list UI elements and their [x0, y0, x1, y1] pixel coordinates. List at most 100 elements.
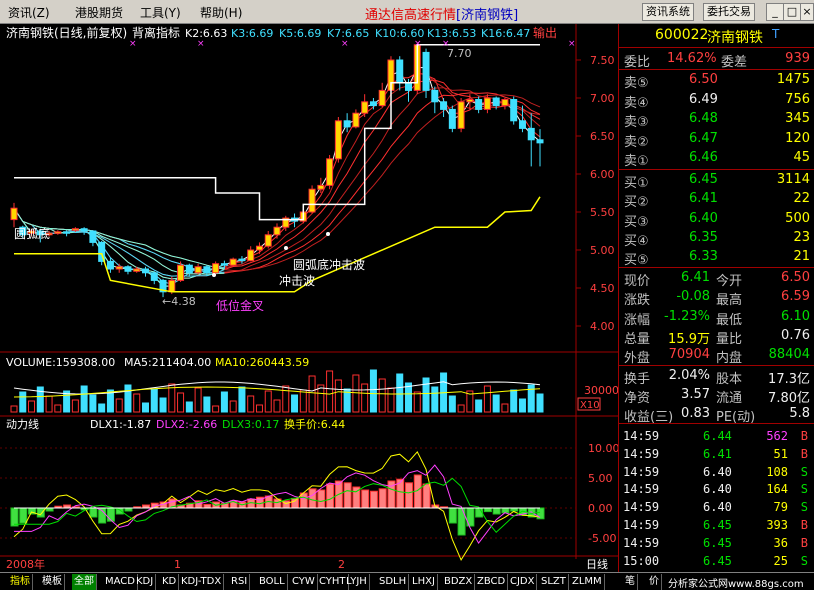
tick-row: 14:59 6.40 108 S [619, 464, 814, 482]
stock-code: 600022 [655, 27, 709, 43]
tick-price: 6.45 [703, 518, 732, 532]
price-label: 7.50 [590, 54, 615, 67]
stat-row: 净资 3.57 流通 7.80亿 [619, 386, 814, 406]
volume-bar [448, 395, 456, 413]
candle-body [308, 188, 316, 213]
tab-9[interactable]: CYW [290, 574, 318, 590]
bid-volume: 23 [793, 229, 810, 245]
candle-body [63, 231, 71, 234]
stat-row: 收益(三) 0.83 PE(动) 5.8 [619, 405, 814, 425]
ask-volume: 1475 [776, 72, 810, 87]
dlx-bar [448, 507, 457, 524]
tab-3[interactable]: MACD [103, 574, 138, 590]
tick-side: S [800, 553, 808, 568]
tab-13[interactable]: LHXJ [410, 574, 438, 590]
tab-16[interactable]: CJDX [508, 574, 538, 590]
candle-body [431, 89, 439, 103]
price-label: 7.00 [590, 92, 615, 105]
maximize-button[interactable]: □ [783, 3, 801, 21]
tab-2[interactable]: 全部 [72, 574, 97, 590]
indicator-tabs: 指标 模板 全部 MACD KDJ KD KDJ-TDX RSI BOLL CYW CYHT LYJH… [0, 572, 814, 590]
dlx-bar [36, 507, 45, 518]
dlx-bar [422, 483, 431, 509]
stat-value: -1.23% [664, 308, 710, 324]
ask-label: 卖③ [624, 115, 649, 130]
tab-8[interactable]: BOLL [257, 574, 288, 590]
k-value-5: K13:6.53 [427, 27, 476, 40]
dlx-bar [291, 497, 300, 509]
stat-label: 换手 [624, 372, 651, 387]
tick-time: 15:00 [623, 553, 660, 568]
kline-stock-header: 济南钢铁(日线,前复权) [6, 25, 127, 40]
stat-value: 70904 [668, 347, 710, 363]
tab-14[interactable]: BDZX [442, 574, 476, 590]
footer-watermark: 分析家公式网www.88gs.com [668, 579, 804, 590]
volume-axis-label: 30000 [584, 384, 618, 397]
candle-body [334, 120, 342, 160]
ask-price: 6.47 [689, 130, 718, 146]
candle-body [369, 101, 377, 107]
tab-5[interactable]: KD [160, 574, 180, 590]
volume-bar [422, 377, 430, 413]
info-system-button[interactable]: 资讯系统 [642, 3, 694, 21]
weibi-value: 14.62% [667, 51, 717, 66]
ask-row: 卖③ 6.48 345 [619, 110, 814, 130]
tab-19[interactable]: 笔 [623, 574, 638, 590]
volume-bar [518, 398, 526, 413]
candle-body [71, 228, 79, 231]
tab-4[interactable]: KDJ [134, 574, 157, 590]
candle-body [405, 82, 412, 91]
candle-body [448, 108, 456, 129]
output-label[interactable]: 输出 [533, 25, 557, 40]
trade-button[interactable]: 委托交易 [703, 3, 755, 21]
weicha-value: 939 [785, 51, 810, 66]
tick-row: 14:59 6.45 36 B [619, 535, 814, 553]
tab-15[interactable]: ZBCD [475, 574, 509, 590]
bid-label: 买④ [624, 233, 649, 249]
menu-news[interactable]: 资讯(Z) [8, 4, 50, 21]
dlx-bar [19, 507, 28, 524]
tick-list[interactable]: 14:59 6.44 562 B 14:59 6.41 51 B 14:59 6.40 108 S 14… [619, 424, 814, 572]
tab-20[interactable]: 价 [647, 574, 662, 590]
stat-row: 现价 6.41 今开 6.50 [619, 269, 814, 289]
tab-1[interactable]: 模板 [40, 574, 65, 590]
volume-bar [396, 373, 404, 413]
candle-body [475, 99, 483, 110]
menu-hk-futures[interactable]: 港股期货 [75, 4, 123, 21]
minimize-button[interactable]: _ [766, 3, 784, 21]
candle-body [247, 249, 255, 262]
dlx-bar [369, 490, 378, 509]
tab-6[interactable]: KDJ-TDX [179, 574, 225, 590]
dlx-axis-label: 5.00 [588, 472, 613, 485]
bid-row: 买④ 6.35 23 [619, 229, 814, 249]
bid-label: 买⑤ [624, 253, 649, 269]
menu-help[interactable]: 帮助(H) [200, 4, 242, 21]
stat-label: 净资 [624, 391, 651, 406]
stat-value: 0.83 [681, 406, 710, 421]
tab-11[interactable]: LYJH [344, 574, 370, 590]
tab-17[interactable]: SLZT [539, 574, 569, 590]
menu-tools[interactable]: 工具(Y) [140, 4, 181, 21]
chart-area[interactable]: 济南钢铁(日线,前复权) 背离指标 K2:6.63 K3:6.69 K5:6.69 K… [0, 24, 618, 572]
candle-body [501, 99, 509, 107]
tab-0[interactable]: 指标 [8, 574, 33, 590]
close-button[interactable]: × [800, 3, 814, 21]
tab-12[interactable]: SDLH [377, 574, 410, 590]
bid-row: 买③ 6.40 500 [619, 210, 814, 230]
stat-label: 外盘 [624, 351, 651, 367]
tab-7[interactable]: RSI [229, 574, 251, 590]
volume-bar [124, 384, 132, 413]
tab-18[interactable]: ZLMM [570, 574, 605, 590]
ask-volume: 756 [785, 91, 810, 107]
candle-body [343, 120, 351, 128]
bid-label: 买③ [624, 214, 649, 230]
price-label: 6.00 [590, 168, 615, 181]
candle-body [150, 272, 158, 281]
ask-volume: 345 [785, 111, 810, 126]
period-label[interactable]: 日线 [586, 557, 608, 571]
candle-body [466, 99, 474, 103]
tick-price: 6.45 [703, 535, 732, 550]
dlx-bar [317, 489, 326, 509]
candle-body [492, 97, 500, 107]
volume-bar [536, 393, 544, 413]
